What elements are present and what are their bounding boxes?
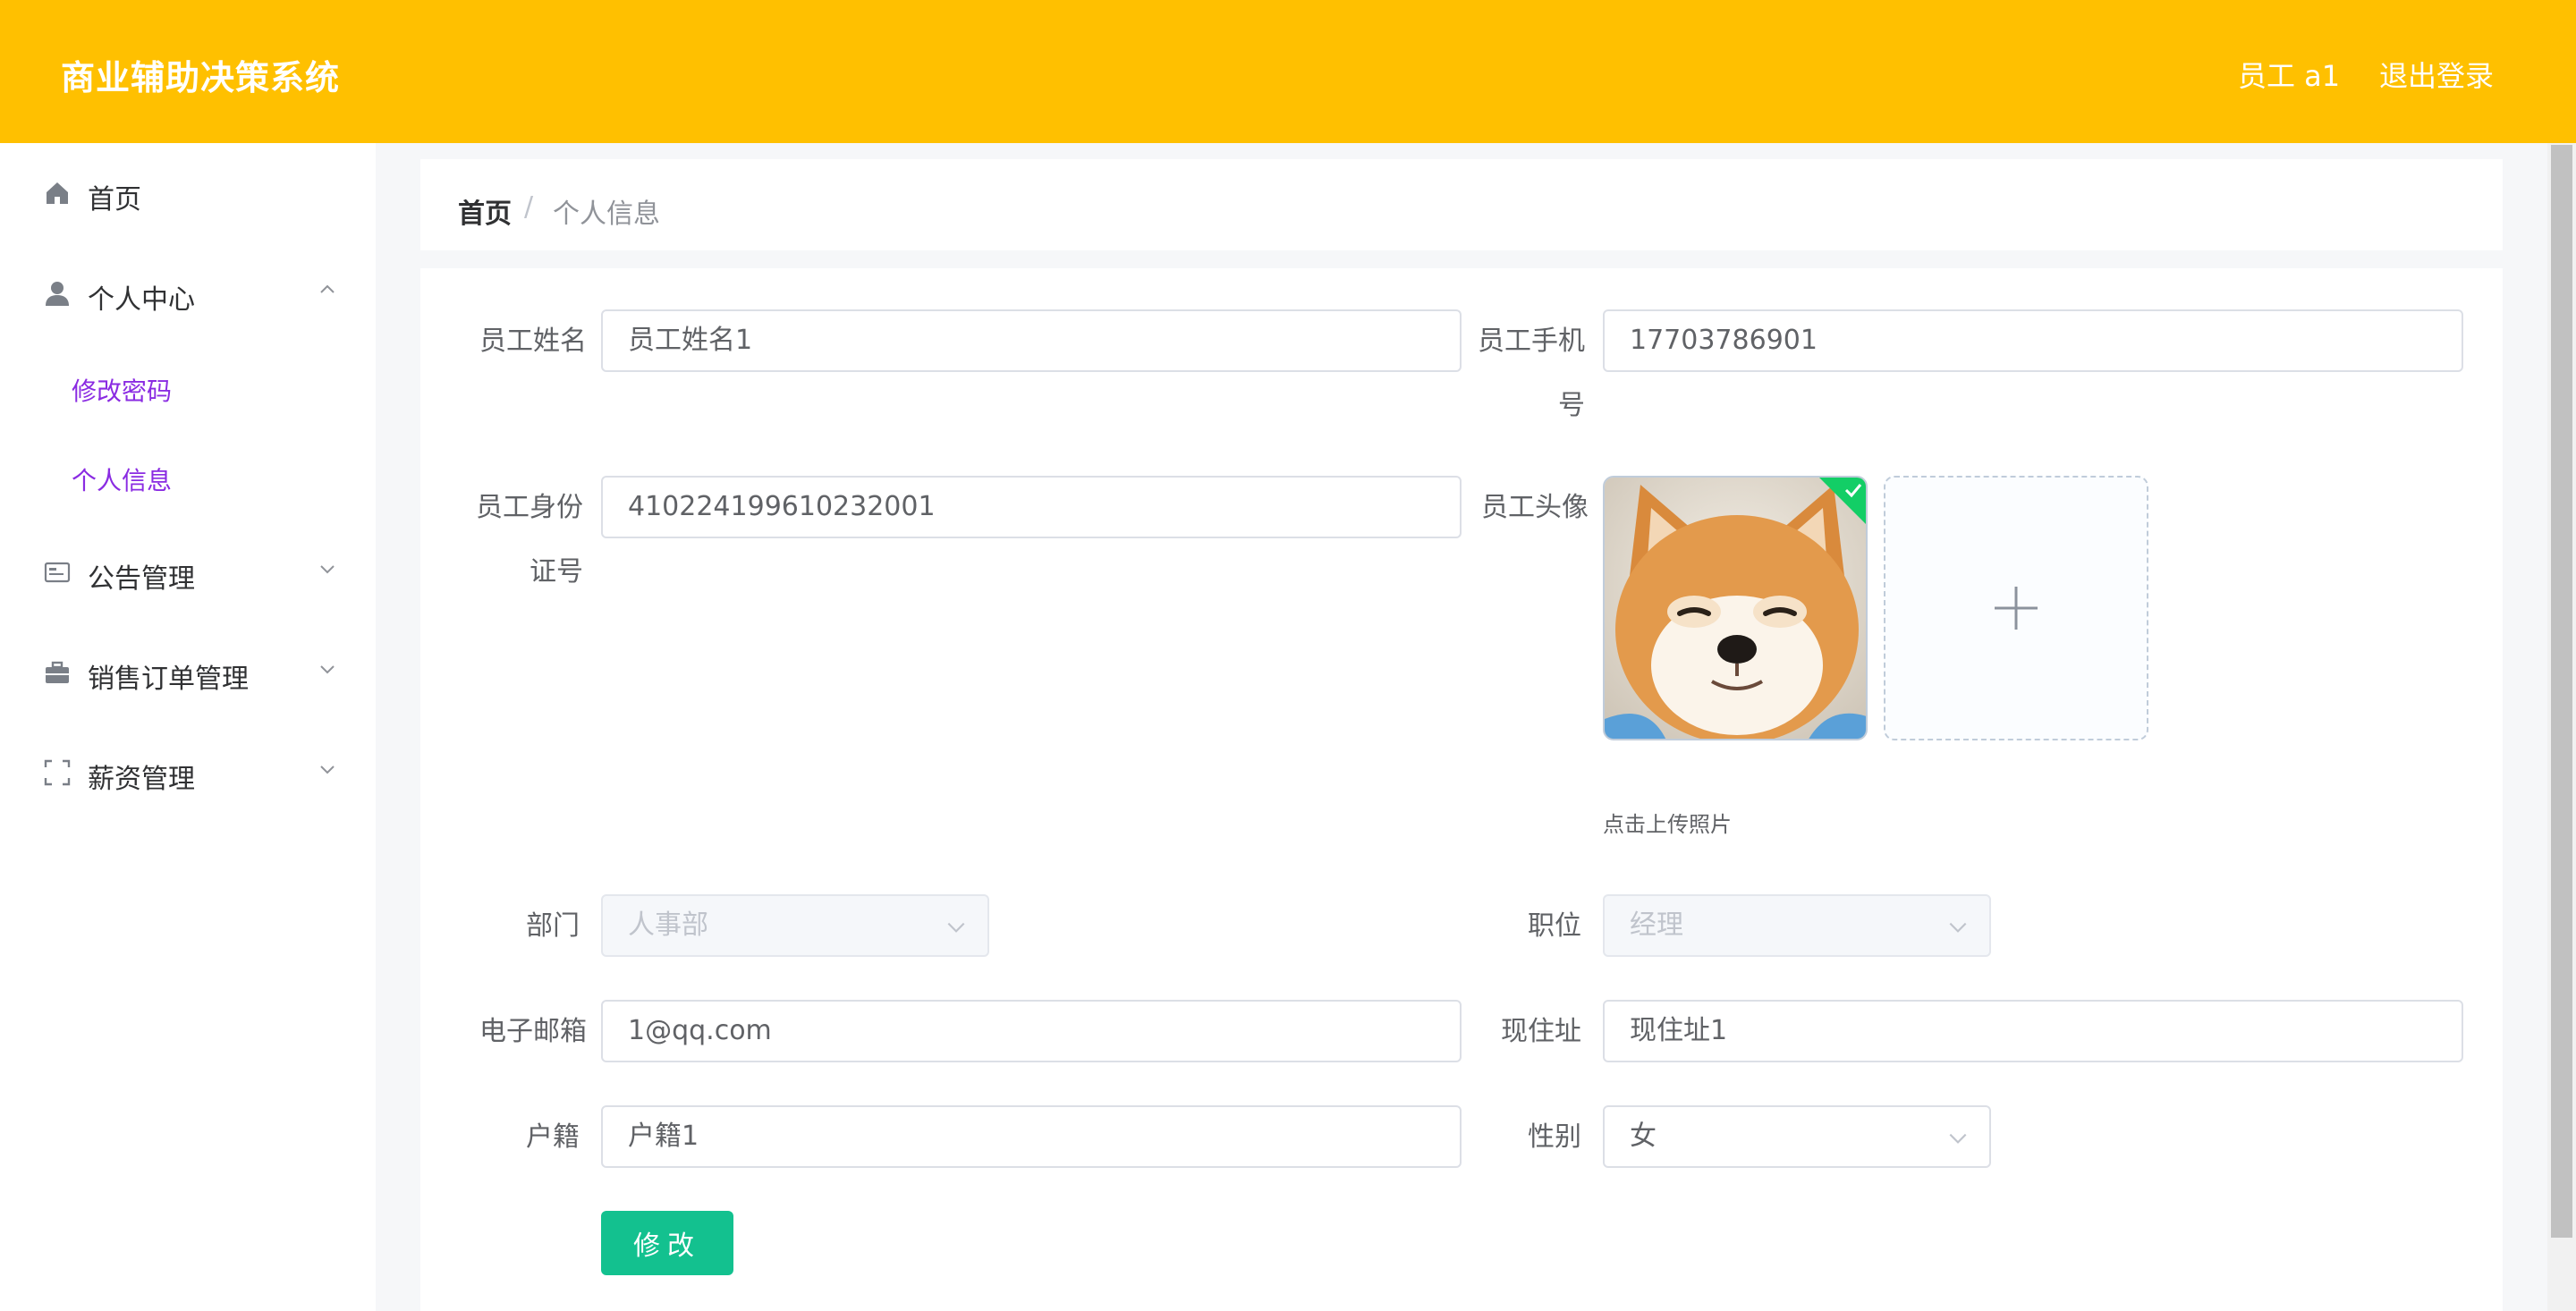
position-select[interactable]: 经理	[1603, 894, 1991, 957]
gender-value: 女	[1630, 1121, 1657, 1152]
avatar-image[interactable]	[1603, 476, 1868, 740]
chevron-down-icon	[947, 922, 965, 933]
chevron-down-icon	[320, 565, 335, 574]
phone-input[interactable]: 17703786901	[1603, 309, 2463, 372]
sidebar-item-label: 公告管理	[88, 563, 195, 595]
idcard-input[interactable]: 410224199610232001	[601, 476, 1462, 538]
address-input[interactable]: 现住址1	[1603, 1000, 2463, 1062]
user-icon	[46, 282, 69, 306]
hukou-input[interactable]: 户籍1	[601, 1105, 1462, 1168]
submit-button[interactable]: 修改	[601, 1211, 733, 1275]
sidebar-item-sales-orders[interactable]: 销售订单管理	[0, 637, 376, 708]
breadcrumb-home[interactable]: 首页	[458, 191, 512, 231]
position-label: 职位	[1528, 910, 1581, 942]
avatar-label: 员工头像	[1481, 492, 1589, 523]
current-user-label[interactable]: 员工 a1	[2238, 54, 2340, 95]
sidebar-item-label: 首页	[88, 184, 141, 216]
chevron-up-icon	[320, 284, 335, 293]
breadcrumb: 首页 / 个人信息	[420, 159, 2503, 250]
app-title: 商业辅助决策系统	[61, 58, 341, 97]
email-input[interactable]: 1@qq.com	[601, 1000, 1462, 1062]
top-header: 商业辅助决策系统 员工 a1 退出登录	[0, 0, 2576, 143]
sidebar-item-label: 个人中心	[88, 284, 195, 316]
department-select[interactable]: 人事部	[601, 894, 989, 957]
notice-icon	[44, 562, 71, 583]
shiba-dog-photo	[1605, 478, 1866, 739]
position-value: 经理	[1630, 909, 1683, 941]
sidebar-item-label: 销售订单管理	[88, 664, 249, 695]
sidebar-item-personal-center[interactable]: 个人中心	[0, 258, 376, 329]
breadcrumb-current: 个人信息	[553, 199, 660, 230]
hukou-label: 户籍	[526, 1121, 580, 1153]
sidebar-item-notices[interactable]: 公告管理	[0, 537, 376, 608]
page-scrollbar-thumb[interactable]	[2551, 145, 2572, 1238]
sidebar-item-home[interactable]: 首页	[0, 157, 376, 229]
logout-link[interactable]: 退出登录	[2379, 54, 2494, 95]
idcard-label: 员工身份证号	[476, 492, 583, 588]
plus-icon	[1995, 587, 2038, 630]
name-label: 员工姓名	[479, 326, 587, 357]
sidebar-subitem-change-password[interactable]: 修改密码	[72, 372, 172, 408]
briefcase-icon	[46, 661, 69, 683]
email-label: 电子邮箱	[479, 1016, 587, 1047]
frame-icon	[44, 759, 71, 786]
phone-label: 员工手机号	[1478, 326, 1585, 421]
name-input[interactable]: 员工姓名1	[601, 309, 1462, 372]
sidebar: 首页 个人中心 修改密码 个人信息 公告管理 销售订单管理 薪资管理	[0, 143, 376, 1311]
chevron-down-icon	[1949, 1133, 1967, 1144]
chevron-down-icon	[320, 665, 335, 674]
chevron-down-icon	[1949, 922, 1967, 933]
breadcrumb-separator: /	[524, 191, 534, 223]
home-icon	[47, 182, 68, 204]
sidebar-item-label: 薪资管理	[88, 764, 195, 795]
sidebar-item-salary[interactable]: 薪资管理	[0, 737, 376, 808]
department-label: 部门	[526, 910, 580, 942]
department-value: 人事部	[628, 909, 708, 941]
address-label: 现住址	[1501, 1016, 1581, 1047]
gender-select[interactable]: 女	[1603, 1105, 1991, 1168]
chevron-down-icon	[320, 765, 335, 774]
gender-label: 性别	[1528, 1121, 1581, 1153]
upload-photo-button[interactable]	[1884, 476, 2148, 740]
sidebar-subitem-personal-info[interactable]: 个人信息	[72, 461, 172, 497]
upload-hint: 点击上传照片	[1603, 812, 1732, 837]
